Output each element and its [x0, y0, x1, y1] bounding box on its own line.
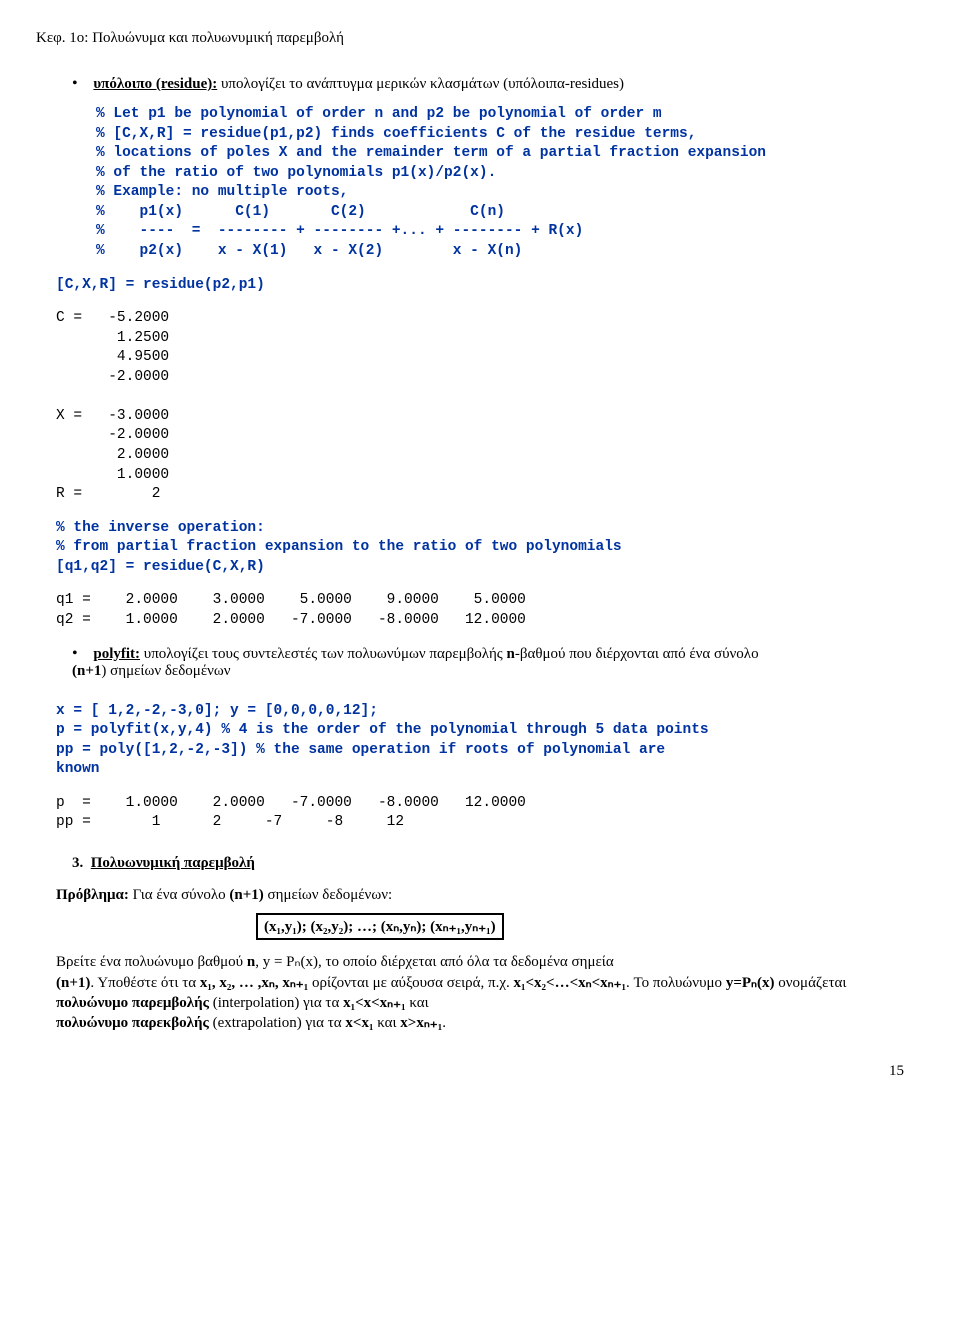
f5: . Υποθέστε ότι τα — [90, 975, 199, 991]
code-block-polyfit: x = [ 1,2,-2,-3,0]; y = [0,0,0,0,12]; p … — [56, 702, 924, 780]
code-block-inverse: % the inverse operation: % from partial … — [56, 519, 924, 578]
f13: (interpolation) για τα — [209, 995, 343, 1011]
problem-intro: Πρόβλημα: Για ένα σύνολο (n+1) σημείων δ… — [56, 886, 904, 906]
t4: (n+1 — [72, 663, 101, 679]
result-block-1: C = -5.2000 1.2500 4.9500 -2.0000 X = -3… — [56, 309, 924, 505]
t1: υπολογίζει τους συντελεστές των πολυωνύμ… — [140, 646, 506, 662]
result-block-3: p = 1.0000 2.0000 -7.0000 -8.0000 12.000… — [56, 794, 924, 833]
f19: και — [373, 1015, 400, 1031]
f15: και — [406, 995, 429, 1011]
p1: Για ένα σύνολο — [129, 887, 230, 903]
t3: -βαθμού που διέρχονται από ένα σύνολο — [515, 646, 759, 662]
p2: (n+1) — [229, 887, 263, 903]
f3: , y = Pₙ(x), το οποίο διέρχεται από όλα … — [255, 954, 613, 970]
bullet-text: υπολογίζει το ανάπτυγμα μερικών κλασμάτω… — [217, 76, 624, 92]
f12: πολυώνυμο παρεμβολής — [56, 995, 209, 1011]
t2: n — [506, 646, 514, 662]
f14: x₁<x<xₙ₊₁ — [343, 995, 405, 1011]
result-block-2: q1 = 2.0000 3.0000 5.0000 9.0000 5.0000 … — [56, 591, 924, 630]
f7: ορίζονται με αύξουσα σειρά, π.χ. — [308, 975, 510, 991]
f4: (n+1) — [56, 975, 90, 991]
f2: n — [247, 954, 255, 970]
f17: (extrapolation) για τα — [209, 1015, 346, 1031]
f10: y=Pₙ(x) — [726, 975, 775, 991]
page-number: 15 — [36, 1063, 904, 1080]
f11: ονομάζεται — [775, 975, 847, 991]
final-paragraph: Βρείτε ένα πολυώνυμο βαθμού n, y = Pₙ(x)… — [56, 952, 904, 1033]
f9: . Το πολυώνυμο — [626, 975, 726, 991]
problem-bold: Πρόβλημα: — [56, 887, 129, 903]
f1: Βρείτε ένα πολυώνυμο βαθμού — [56, 954, 247, 970]
chapter-header: Κεφ. 1ο: Πολυώνυμα και πολυωνυμική παρεμ… — [36, 30, 924, 47]
t5: ) σημείων δεδομένων — [101, 663, 230, 679]
section-3-heading: 3. Πολυωνυμική παρεμβολή — [72, 855, 924, 872]
f16: πολυώνυμο παρεκβολής — [56, 1015, 209, 1031]
f20: x>xₙ₊₁ — [400, 1015, 442, 1031]
f8: x₁<x₂<…<xₙ<xₙ₊₁ — [510, 975, 626, 991]
f18: x<x₁ — [345, 1015, 373, 1031]
bullet-residue: υπόλοιπο (residue): υπολογίζει το ανάπτυ… — [72, 75, 924, 93]
p3: σημείων δεδομένων: — [264, 887, 392, 903]
bullet-bold: υπόλοιπο (residue): — [93, 76, 217, 92]
bullet-polyfit: polyfit: υπολογίζει τους συντελεστές των… — [72, 645, 924, 680]
bullet-bold-polyfit: polyfit: — [93, 646, 140, 662]
code-line-residue-call: [C,X,R] = residue(p2,p1) — [56, 276, 924, 296]
boxed-points: (x₁,y₁); (x₂,y₂); …; (xₙ,yₙ); (xₙ₊₁,yₙ₊₁… — [256, 913, 504, 940]
section-3-label: Πολυωνυμική παρεμβολή — [91, 855, 255, 871]
f6: x₁, x₂, … ,xₙ, xₙ₊₁ — [200, 975, 308, 991]
code-block-1: % Let p1 be polynomial of order n and p2… — [96, 105, 924, 262]
